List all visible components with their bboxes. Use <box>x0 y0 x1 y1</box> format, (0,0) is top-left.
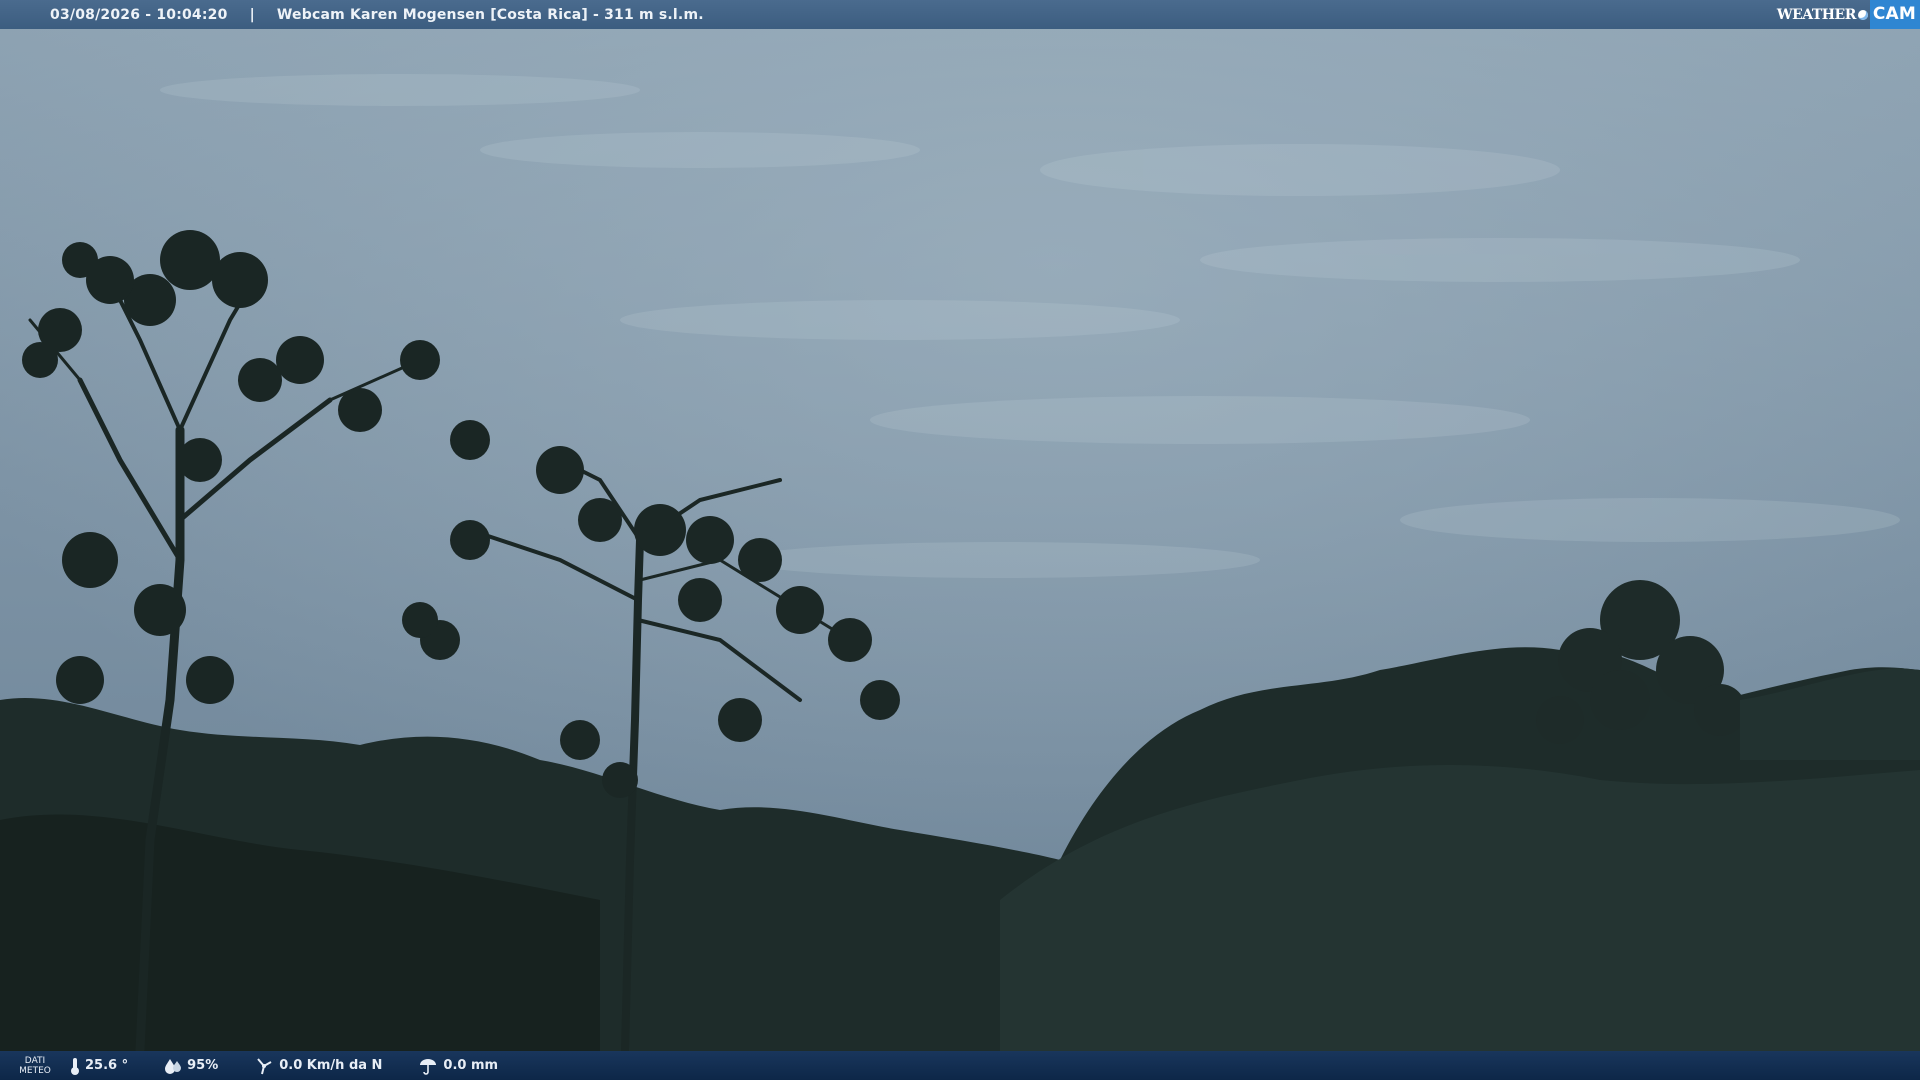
title-separator: | <box>249 6 255 23</box>
webcam-title: Webcam Karen Mogensen [Costa Rica] - 311… <box>276 6 704 23</box>
humidity-icon <box>165 1058 182 1074</box>
wind-value: 0.0 Km/h da N <box>279 1058 383 1073</box>
wind-readout: 0.0 Km/h da N <box>254 1057 382 1075</box>
top-info-bar: 03/08/2026 - 10:04:20 | Webcam Karen Mog… <box>0 0 1920 29</box>
capture-datetime: 03/08/2026 - 10:04:20 <box>50 6 228 23</box>
weathercam-logo: WEATHER CAM <box>1777 0 1920 29</box>
rain-readout: 0.0 mm <box>418 1057 498 1075</box>
weather-data-bar: DATI METEO 25.6 ° 95% 0.0 Km/h da N 0.0 … <box>0 1051 1920 1080</box>
temperature-readout: 25.6 ° <box>70 1057 128 1075</box>
humidity-value: 95% <box>187 1058 219 1073</box>
webcam-image <box>0 0 1920 1080</box>
rain-icon <box>420 1058 437 1075</box>
thermometer-icon <box>71 1057 79 1075</box>
logo-lens-icon <box>1857 9 1868 20</box>
rain-value: 0.0 mm <box>443 1058 499 1073</box>
temperature-value: 25.6 ° <box>85 1058 129 1073</box>
humidity-readout: 95% <box>164 1057 218 1075</box>
logo-cam-text: CAM <box>1869 0 1920 29</box>
logo-weather-text: WEATHER <box>1776 6 1856 23</box>
wind-icon <box>257 1057 272 1074</box>
dati-meteo-label: DATI METEO <box>19 1055 51 1076</box>
